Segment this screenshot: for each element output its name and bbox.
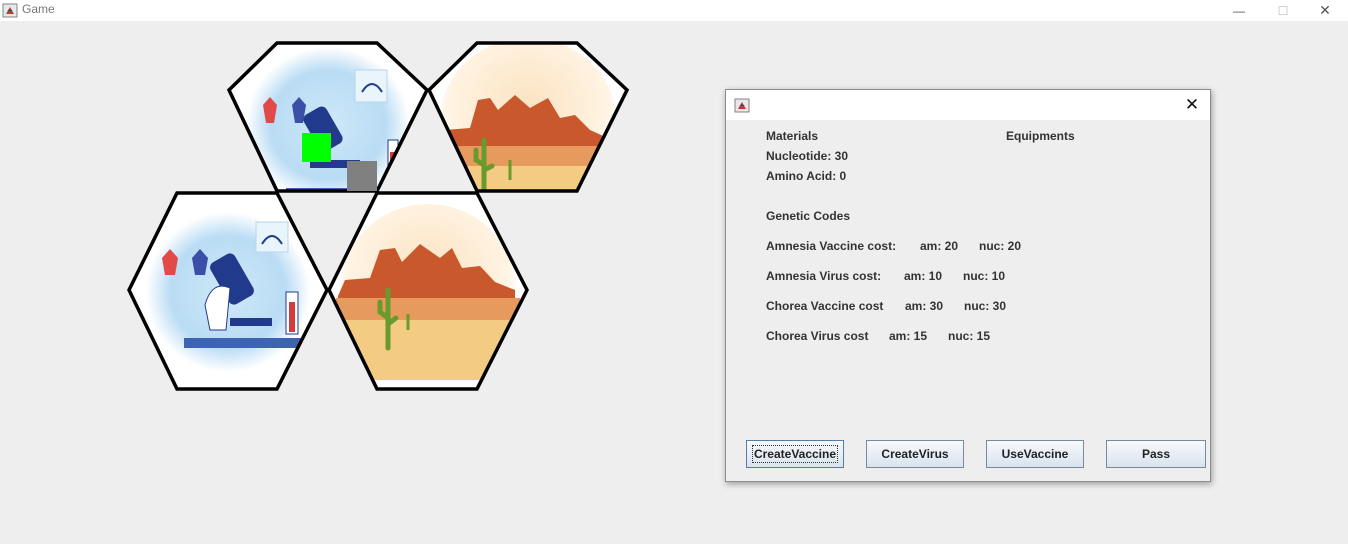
materials-header: Materials <box>766 129 819 143</box>
equipment-marker <box>347 161 377 191</box>
close-icon: ✕ <box>1184 95 1200 114</box>
close-button[interactable]: ✕ <box>1302 0 1348 21</box>
action-dialog: ✕ Materials Equipments Nucleotide: 30 Am… <box>725 89 1211 482</box>
genetic-code-name: Chorea Vaccine cost <box>766 299 884 313</box>
genetic-code-nuc-cost: nuc: 15 <box>948 329 991 343</box>
genetic-code-am-cost: am: 30 <box>905 299 944 313</box>
hex-tile-laboratory[interactable] <box>226 41 430 203</box>
maximize-button[interactable]: ☐ <box>1260 0 1306 21</box>
genetic-code-name: Amnesia Virus cost: <box>766 269 882 283</box>
genetic-code-am-cost: am: 20 <box>920 239 959 253</box>
use-vaccine-button[interactable]: UseVaccine <box>986 440 1084 468</box>
window-title: Game <box>22 2 55 16</box>
game-board <box>127 38 630 391</box>
java-app-icon <box>2 3 18 18</box>
close-icon: ✕ <box>1319 2 1331 18</box>
genetic-code-am-cost: am: 10 <box>904 269 943 283</box>
pass-label: Pass <box>1141 447 1171 461</box>
hex-tile-desert[interactable] <box>327 191 529 391</box>
hex-tile-desert[interactable] <box>426 38 630 206</box>
create-virus-label: CreateVirus <box>881 447 949 461</box>
use-vaccine-label: UseVaccine <box>1001 447 1069 461</box>
create-virus-button[interactable]: CreateVirus <box>866 440 964 468</box>
dialog-close-button[interactable]: ✕ <box>1180 95 1204 115</box>
create-vaccine-label: CreateVaccine <box>751 445 839 463</box>
pass-button[interactable]: Pass <box>1106 440 1206 468</box>
genetic-code-name: Chorea Virus cost <box>766 329 869 343</box>
window-titlebar: Game — ☐ ✕ <box>0 0 1348 21</box>
genetic-code-am-cost: am: 15 <box>889 329 928 343</box>
genetic-code-nuc-cost: nuc: 20 <box>979 239 1022 253</box>
genetic-code-nuc-cost: nuc: 30 <box>964 299 1007 313</box>
java-app-icon <box>734 98 750 113</box>
dialog-titlebar: ✕ <box>726 90 1210 120</box>
genetic-code-name: Amnesia Vaccine cost: <box>766 239 897 253</box>
virologist-marker <box>302 133 331 162</box>
minimize-icon: — <box>1233 3 1245 18</box>
hex-tile-laboratory[interactable] <box>127 191 329 391</box>
genetic-code-nuc-cost: nuc: 10 <box>963 269 1006 283</box>
genetic-codes-header: Genetic Codes <box>766 209 851 223</box>
minimize-button[interactable]: — <box>1216 0 1262 21</box>
create-vaccine-button[interactable]: CreateVaccine <box>746 440 844 468</box>
maximize-icon: ☐ <box>1277 3 1289 18</box>
equipments-header: Equipments <box>1006 129 1075 143</box>
nucleotide-count: Nucleotide: 30 <box>766 149 849 163</box>
amino-acid-count: Amino Acid: 0 <box>766 169 847 183</box>
